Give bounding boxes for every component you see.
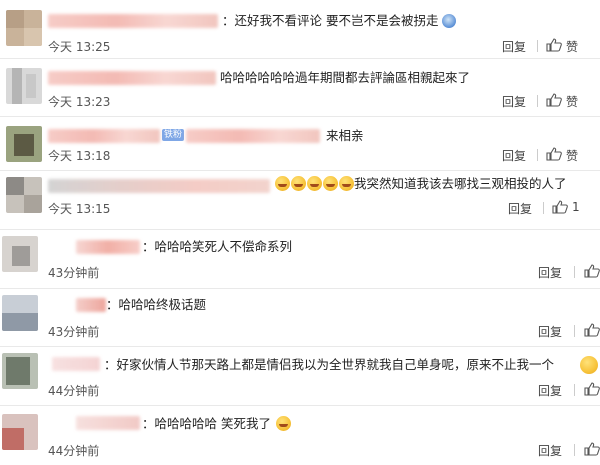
doge-emoji-icon [442,14,457,28]
comment-5: ：哈哈哈笑死人不偿命系列 43分钟前 回复 [0,230,600,289]
username-blurred[interactable] [76,416,140,430]
comment-time: 44分钟前 [48,444,100,458]
username-blurred[interactable] [48,71,216,85]
laughing-emoji-icon [275,176,290,191]
avatar[interactable] [6,126,42,162]
comment-4: 我突然知道我该去哪找三观相投的人了 今天 13:15 回复 1 [0,171,600,230]
comment-text: ：哈哈哈终极话题 [106,297,207,312]
reply-button[interactable]: 回复 [538,442,562,459]
separator [537,149,538,161]
thumbs-up-icon[interactable] [552,200,568,214]
username-blurred[interactable] [186,129,320,143]
comment-text: 来相亲 [326,128,364,143]
like-label[interactable]: 赞 [566,38,578,55]
avatar[interactable] [6,68,42,104]
comment-time: 43分钟前 [48,266,100,280]
thumbs-up-icon[interactable] [584,442,600,456]
comment-text: 哈哈哈哈哈哈過年期間都去評論區相親起來了 [220,70,471,85]
username-blurred[interactable] [48,179,270,193]
like-label[interactable]: 赞 [566,93,578,110]
avatar[interactable] [6,177,42,213]
separator [574,266,575,278]
reply-button[interactable]: 回复 [502,38,526,55]
reply-button[interactable]: 回复 [508,200,532,217]
comment-8: ：哈哈哈哈哈 笑死我了 44分钟前 回复 [0,406,600,465]
reply-button[interactable]: 回复 [538,382,562,399]
username-blurred[interactable] [76,240,140,254]
comment-text: ：好家伙情人节那天路上都是情侣我以为全世界就我自己单身呢，原来不止我一个 [104,357,555,372]
thumbs-up-icon[interactable] [584,382,600,396]
comment-time: 今天 13:15 [48,202,111,216]
comment-3: 铁粉 来相亲 今天 13:18 回复 赞 [0,117,600,171]
comment-time: 今天 13:23 [48,95,111,109]
comment-6: ：哈哈哈终极话题 43分钟前 回复 [0,289,600,347]
reply-button[interactable]: 回复 [502,147,526,164]
avatar[interactable] [2,236,38,272]
reply-button[interactable]: 回复 [502,93,526,110]
reply-button[interactable]: 回复 [538,323,562,340]
separator [574,444,575,456]
like-label[interactable]: 赞 [566,147,578,164]
username-blurred[interactable] [48,129,160,143]
thumbs-up-icon[interactable] [584,323,600,337]
avatar[interactable] [2,353,38,389]
laughing-emoji-icon [339,176,354,191]
avatar[interactable] [2,414,38,450]
comment-text: ：哈哈哈笑死人不偿命系列 [142,239,293,254]
laughing-emoji-icon [580,356,598,374]
separator [537,95,538,107]
comment-text: ：哈哈哈哈哈 笑死我了 [142,416,291,432]
avatar[interactable] [2,295,38,331]
comment-time: 今天 13:18 [48,149,111,163]
reply-button[interactable]: 回复 [538,264,562,281]
like-count[interactable]: 1 [572,200,580,214]
username-blurred[interactable] [76,298,106,312]
avatar[interactable] [6,10,42,46]
comment-1: ：还好我不看评论 要不岂不是会被拐走 今天 13:25 回复 赞 [0,0,600,59]
thumbs-up-icon[interactable] [546,93,562,107]
comment-2: 哈哈哈哈哈哈過年期間都去評論區相親起來了 今天 13:23 回复 赞 [0,59,600,117]
username-blurred[interactable] [48,14,218,28]
thumbs-up-icon[interactable] [546,147,562,161]
comment-text: ：还好我不看评论 要不岂不是会被拐走 [222,13,457,29]
username-blurred[interactable] [52,357,100,371]
comment-time: 今天 13:25 [48,40,111,54]
laughing-emoji-icon [307,176,322,191]
separator [574,325,575,337]
separator [543,202,544,214]
separator [537,40,538,52]
laughing-emoji-icon [275,416,291,431]
fan-badge: 铁粉 [162,129,185,141]
laughing-emoji-icon [323,176,338,191]
comment-7: ：好家伙情人节那天路上都是情侣我以为全世界就我自己单身呢，原来不止我一个 44分… [0,347,600,406]
thumbs-up-icon[interactable] [546,38,562,52]
separator [574,384,575,396]
laughing-emoji-icon [291,176,306,191]
thumbs-up-icon[interactable] [584,264,600,278]
comment-text: 我突然知道我该去哪找三观相投的人了 [274,176,567,192]
comment-time: 44分钟前 [48,384,100,398]
comment-time: 43分钟前 [48,325,100,339]
